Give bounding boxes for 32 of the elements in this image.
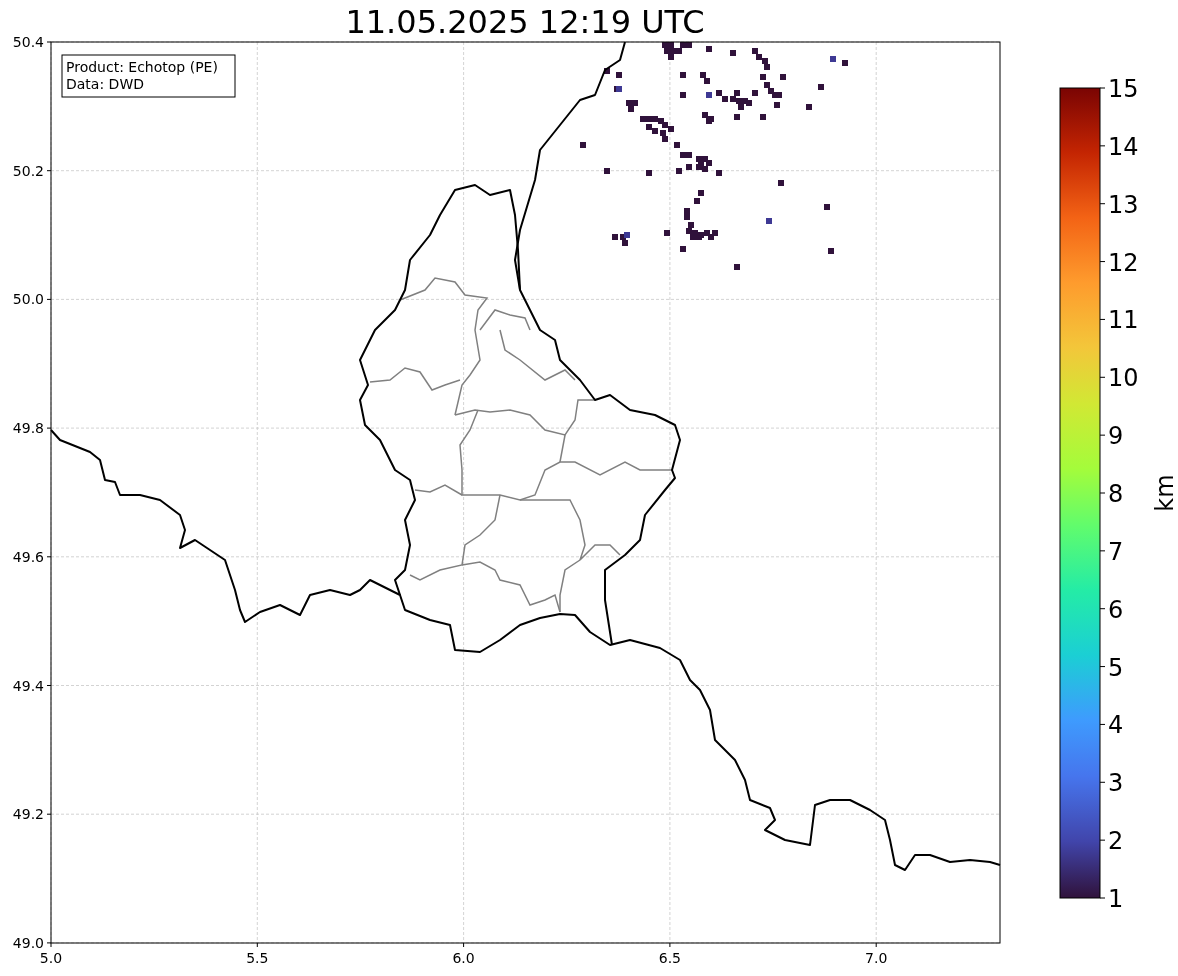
y-axis-tick-label: 50.2 [12, 162, 44, 179]
chart-title: 11.05.2025 12:19 UTC [345, 3, 705, 41]
x-axis-tick-label: 6.0 [452, 950, 475, 966]
colorbar-tick-label: 2 [1108, 827, 1124, 856]
y-axis-tick-label: 50.4 [12, 34, 44, 50]
colorbar-tick-label: 11 [1108, 306, 1139, 335]
colorbar-tick-label: 4 [1108, 711, 1124, 740]
y-axis-tick-label: 50.0 [12, 291, 44, 308]
info-text: Data: DWD [66, 76, 144, 92]
colorbar-tick-label: 9 [1108, 422, 1124, 451]
colorbar-tick-label: 5 [1108, 653, 1124, 682]
x-axis-tick-label: 5.5 [246, 950, 269, 966]
y-axis-tick-label: 49.6 [12, 548, 44, 565]
x-axis-tick-label: 7.0 [865, 950, 888, 966]
y-axis-tick-label: 49.8 [12, 420, 44, 437]
y-axis-tick-label: 49.4 [12, 677, 44, 694]
colorbar-label: km [1151, 474, 1178, 512]
y-axis-tick-label: 49.0 [12, 934, 44, 951]
colorbar-tick-label: 6 [1108, 595, 1124, 624]
colorbar-tick-label: 14 [1108, 132, 1139, 161]
colorbar-tick-label: 15 [1108, 75, 1139, 103]
colorbar-tick-label: 1 [1108, 885, 1124, 913]
colorbar-tick-label: 8 [1108, 480, 1124, 508]
colorbar-tick-label: 13 [1108, 190, 1139, 219]
colorbar-tick-label: 12 [1108, 248, 1139, 277]
info-text: Product: Echotop (PE) [66, 59, 218, 75]
colorbar-tick-label: 10 [1108, 364, 1139, 393]
y-axis-tick-label: 49.2 [12, 806, 44, 823]
colorbar-tick-label: 7 [1108, 537, 1124, 566]
x-axis-tick-label: 6.5 [658, 950, 682, 966]
x-axis-tick-label: 5.0 [39, 950, 63, 966]
colorbar-tick-label: 3 [1108, 769, 1124, 798]
